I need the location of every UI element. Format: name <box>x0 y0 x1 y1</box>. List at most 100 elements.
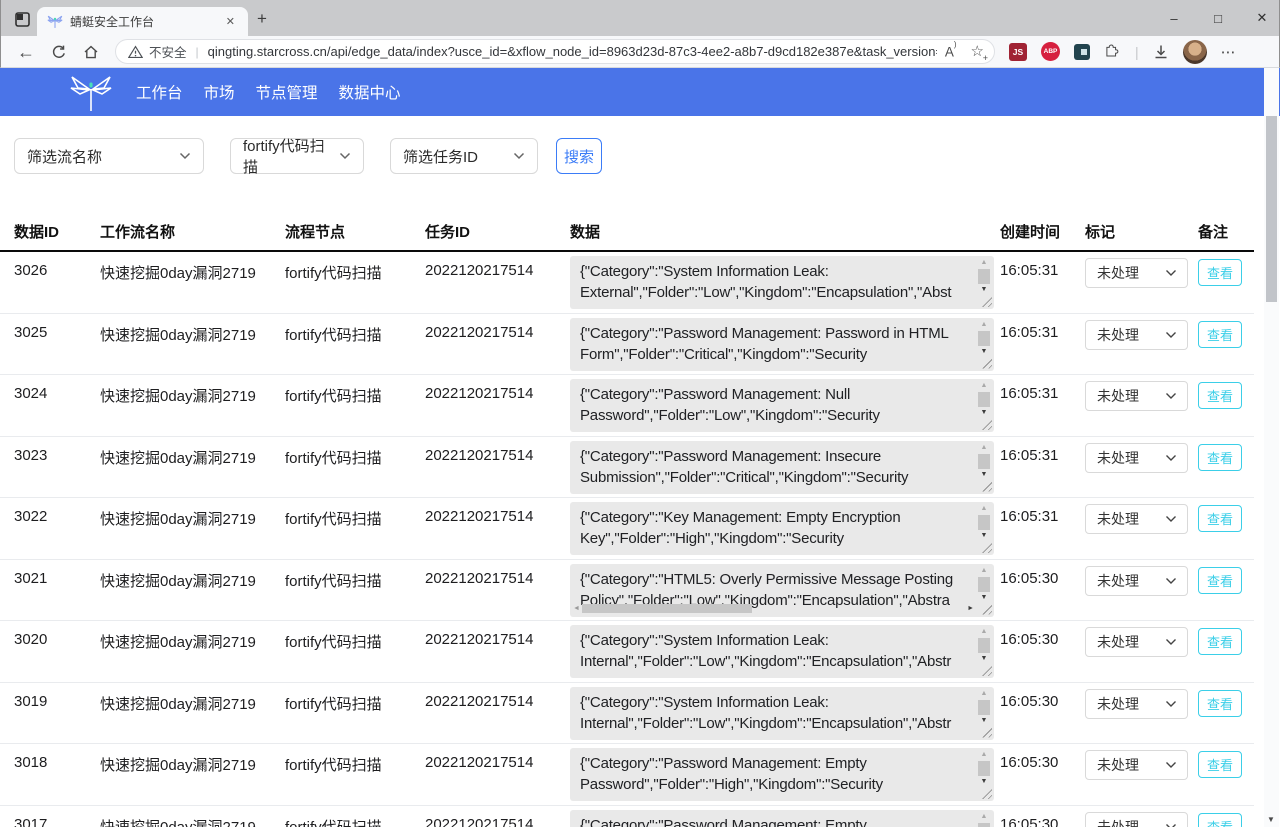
downloads-icon[interactable] <box>1153 44 1169 60</box>
tab-actions-menu-icon[interactable] <box>11 8 33 30</box>
nav-item-node-management[interactable]: 节点管理 <box>256 81 318 103</box>
view-button[interactable]: 查看 <box>1198 628 1243 655</box>
scroll-up-icon[interactable]: ▲ <box>981 382 988 390</box>
close-button[interactable]: ✕ <box>1253 10 1271 26</box>
scroll-down-icon[interactable]: ▼ <box>981 778 988 786</box>
scroll-up-icon[interactable]: ▲ <box>981 259 988 267</box>
textarea-vertical-scrollbar[interactable]: ▲ ▼ <box>977 751 991 786</box>
mark-select[interactable]: 未处理 <box>1085 504 1188 534</box>
scroll-thumb[interactable] <box>978 761 990 776</box>
dark-extension-icon[interactable] <box>1074 43 1090 60</box>
mark-select[interactable]: 未处理 <box>1085 627 1188 657</box>
task-id-select[interactable]: 筛选任务ID <box>390 138 538 174</box>
flow-name-select[interactable]: 筛选流名称 <box>14 138 204 174</box>
scroll-thumb[interactable] <box>978 330 990 346</box>
data-textarea[interactable]: {"Category":"Password Management: Insecu… <box>570 440 994 494</box>
back-icon[interactable]: ← <box>17 43 35 61</box>
flow-node-select[interactable]: fortify代码扫描 <box>230 138 364 176</box>
page-scroll-thumb[interactable] <box>1266 116 1277 302</box>
maximize-button[interactable]: □ <box>1209 11 1227 26</box>
mark-select[interactable]: 未处理 <box>1085 750 1188 780</box>
data-textarea[interactable]: {"Category":"Password Management: Empty … <box>570 809 994 827</box>
textarea-horizontal-scrollbar[interactable]: ◄ ► <box>573 603 974 614</box>
scroll-thumb[interactable] <box>978 822 990 827</box>
scroll-up-icon[interactable]: ▲ <box>981 813 988 821</box>
scroll-thumb[interactable] <box>978 392 990 407</box>
extensions-puzzle-icon[interactable] <box>1104 43 1121 60</box>
mark-select[interactable]: 未处理 <box>1085 442 1188 473</box>
scroll-thumb[interactable] <box>978 576 990 592</box>
mark-select[interactable]: 未处理 <box>1085 811 1188 827</box>
scroll-up-icon[interactable]: ▲ <box>981 505 988 513</box>
search-button[interactable]: 搜索 <box>556 138 602 174</box>
read-aloud-icon[interactable]: A) <box>945 40 957 60</box>
textarea-vertical-scrollbar[interactable]: ▲ ▼ <box>977 690 991 725</box>
mark-select[interactable]: 未处理 <box>1085 381 1188 411</box>
scroll-down-icon[interactable]: ▼ <box>981 348 988 356</box>
textarea-vertical-scrollbar[interactable]: ▲ ▼ <box>977 505 991 540</box>
data-textarea[interactable]: {"Category":"System Information Leak: In… <box>570 625 994 678</box>
scroll-down-icon[interactable]: ▼ <box>981 409 988 417</box>
scroll-thumb[interactable] <box>978 269 990 284</box>
scroll-thumb[interactable] <box>978 699 990 715</box>
scroll-thumb[interactable] <box>978 638 990 653</box>
scroll-right-icon[interactable]: ► <box>967 605 974 612</box>
page-scroll-down-icon[interactable]: ▼ <box>1267 815 1275 824</box>
refresh-icon[interactable] <box>51 44 67 60</box>
scroll-up-icon[interactable]: ▲ <box>981 690 988 698</box>
view-button[interactable]: 查看 <box>1198 259 1243 286</box>
scroll-down-icon[interactable]: ▼ <box>981 594 988 602</box>
mark-select[interactable]: 未处理 <box>1085 319 1188 350</box>
textarea-vertical-scrollbar[interactable]: ▲ ▼ <box>977 382 991 417</box>
security-label[interactable]: 不安全 <box>149 42 187 61</box>
textarea-vertical-scrollbar[interactable]: ▲ ▼ <box>977 813 991 827</box>
nav-item-workbench[interactable]: 工作台 <box>136 81 183 103</box>
scroll-up-icon[interactable]: ▲ <box>981 567 988 575</box>
profile-avatar[interactable] <box>1182 39 1207 64</box>
scroll-up-icon[interactable]: ▲ <box>981 444 988 452</box>
data-textarea[interactable]: {"Category":"Key Management: Empty Encry… <box>570 502 994 555</box>
view-button[interactable]: 查看 <box>1198 443 1243 471</box>
mark-select[interactable]: 未处理 <box>1085 258 1188 288</box>
mark-select[interactable]: 未处理 <box>1085 688 1188 719</box>
view-button[interactable]: 查看 <box>1198 505 1243 532</box>
textarea-vertical-scrollbar[interactable]: ▲ ▼ <box>977 567 991 602</box>
js-extension-icon[interactable]: JS <box>1009 42 1027 61</box>
url-text[interactable]: qingting.starcross.cn/api/edge_data/inde… <box>208 44 937 59</box>
scroll-down-icon[interactable]: ▼ <box>981 471 988 479</box>
scroll-up-icon[interactable]: ▲ <box>981 321 988 329</box>
new-tab-button[interactable]: + <box>257 9 267 29</box>
minimize-button[interactable]: – <box>1165 11 1183 26</box>
data-textarea[interactable]: {"Category":"Password Management: Null P… <box>570 379 994 432</box>
view-button[interactable]: 查看 <box>1198 812 1243 827</box>
view-button[interactable]: 查看 <box>1198 566 1243 594</box>
view-button[interactable]: 查看 <box>1198 382 1243 409</box>
textarea-vertical-scrollbar[interactable]: ▲ ▼ <box>977 321 991 356</box>
browser-tab[interactable]: 蜻蜓安全工作台 ✕ <box>37 7 248 36</box>
textarea-vertical-scrollbar[interactable]: ▲ ▼ <box>977 628 991 663</box>
settings-more-icon[interactable]: ⋯ <box>1221 43 1237 61</box>
scroll-down-icon[interactable]: ▼ <box>981 286 988 294</box>
adblock-extension-icon[interactable]: ABP <box>1041 42 1060 61</box>
textarea-vertical-scrollbar[interactable]: ▲ ▼ <box>977 444 991 479</box>
scroll-up-icon[interactable]: ▲ <box>981 751 988 759</box>
nav-item-data-center[interactable]: 数据中心 <box>339 81 401 103</box>
scroll-thumb[interactable] <box>978 515 990 530</box>
data-textarea[interactable]: {"Category":"Password Management: Passwo… <box>570 317 994 371</box>
view-button[interactable]: 查看 <box>1198 751 1243 778</box>
home-icon[interactable] <box>83 44 99 60</box>
scroll-left-icon[interactable]: ◄ <box>573 605 580 612</box>
view-button[interactable]: 查看 <box>1198 689 1243 717</box>
data-textarea[interactable]: {"Category":"HTML5: Overly Permissive Me… <box>570 563 994 617</box>
data-textarea[interactable]: {"Category":"System Information Leak: Ex… <box>570 256 994 309</box>
scroll-up-icon[interactable]: ▲ <box>981 628 988 636</box>
favorite-star-icon[interactable]: ☆ + <box>971 42 988 63</box>
nav-item-market[interactable]: 市场 <box>204 81 235 103</box>
scroll-thumb[interactable] <box>978 453 990 469</box>
scroll-down-icon[interactable]: ▼ <box>981 717 988 725</box>
page-scrollbar[interactable]: ▼ <box>1264 68 1279 827</box>
scroll-down-icon[interactable]: ▼ <box>981 532 988 540</box>
data-textarea[interactable]: {"Category":"Password Management: Empty … <box>570 748 994 801</box>
address-bar[interactable]: 不安全 | qingting.starcross.cn/api/edge_dat… <box>115 39 995 64</box>
tab-close-icon[interactable]: ✕ <box>221 13 240 30</box>
